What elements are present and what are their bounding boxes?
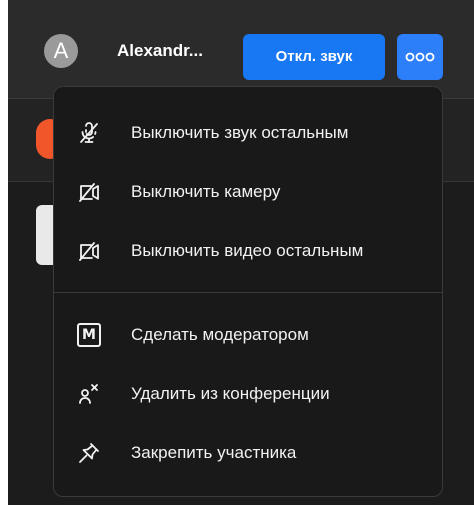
- menu-item-label: Выключить видео остальным: [131, 241, 364, 260]
- remove-user-icon: [76, 381, 102, 407]
- camera-off-icon: [76, 179, 102, 205]
- mic-off-icon: [76, 120, 102, 146]
- menu-item-label: Закрепить участника: [131, 443, 297, 462]
- mute-button[interactable]: Откл. звук: [243, 34, 385, 80]
- menu-item-pin-participant[interactable]: Закрепить участника: [54, 427, 442, 479]
- avatar: A: [44, 34, 78, 68]
- more-dots-icon: [405, 52, 435, 62]
- menu-item-make-moderator[interactable]: M Сделать модератором: [54, 309, 442, 361]
- more-options-button[interactable]: [397, 34, 443, 80]
- pin-icon: [76, 440, 102, 466]
- menu-item-mute-others[interactable]: Выключить звук остальным: [54, 107, 442, 159]
- menu-item-label: Выключить камеру: [131, 182, 281, 201]
- menu-item-remove-participant[interactable]: Удалить из конференции: [54, 368, 442, 420]
- participant-name: Alexandr...: [117, 41, 203, 60]
- menu-item-label: Выключить звук остальным: [131, 123, 349, 142]
- menu-divider: [54, 292, 442, 293]
- camera-off-icon: [76, 238, 102, 264]
- menu-item-label: Сделать модератором: [131, 325, 309, 344]
- participant-context-menu: Выключить звук остальным Выключить камер…: [53, 86, 443, 497]
- moderator-icon: M: [76, 322, 102, 348]
- menu-item-video-off-others[interactable]: Выключить видео остальным: [54, 225, 442, 277]
- menu-item-camera-off[interactable]: Выключить камеру: [54, 166, 442, 218]
- moderator-icon-letter: M: [77, 323, 101, 347]
- menu-item-label: Удалить из конференции: [131, 384, 330, 403]
- conference-window: A Alexandr... Откл. звук Выключить звук …: [0, 0, 474, 505]
